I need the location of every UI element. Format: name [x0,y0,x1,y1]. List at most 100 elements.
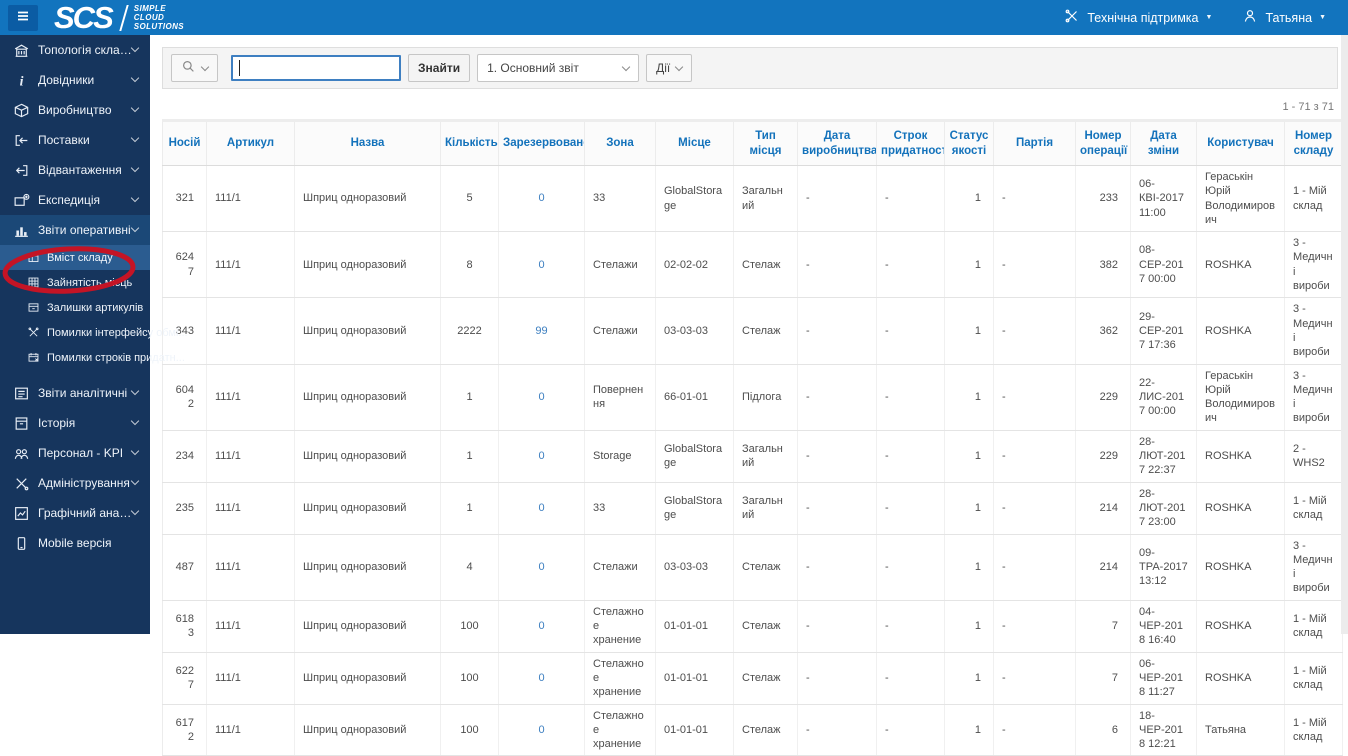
chevron-down-icon [130,103,140,113]
sidebar-item[interactable]: Персонал - KPI [0,438,150,468]
sidebar-item[interactable]: Mobile версія [0,528,150,558]
chevron-down-icon: ▼ [1205,14,1213,21]
table-cell: 99 [498,297,585,365]
actions-button[interactable]: Дії [646,54,693,82]
find-button[interactable]: Знайти [408,54,471,82]
sidebar-subitem[interactable]: Вміст складу [0,245,150,270]
column-header[interactable]: Дата виробництва [797,120,877,166]
warehouse-topology-icon [12,42,30,59]
reserved-link[interactable]: 0 [538,259,544,271]
sidebar-item-label: Графічний аналіз [38,506,132,520]
column-header[interactable]: Номер складу [1284,120,1343,166]
sidebar-item[interactable]: Адміністрування [0,468,150,498]
personnel-kpi-icon [12,445,30,462]
menu-button[interactable] [8,4,38,31]
table-cell: 5 [440,165,499,233]
reserved-link[interactable]: 0 [538,672,544,684]
expedition-icon [12,192,30,209]
column-header[interactable]: Номер операції [1075,120,1131,166]
logo-text: SCS [54,0,114,35]
column-header[interactable]: Кількість [440,120,499,166]
table-cell: 111/1 [206,165,295,233]
sidebar-item-label: Mobile версія [38,536,112,550]
table-cell: 3 - Медичні вироби [1284,297,1343,365]
sidebar-item[interactable]: Експедиція [0,185,150,215]
menu-icon [15,8,31,27]
sidebar-item[interactable]: Виробництво [0,95,150,125]
sidebar-subitem-label: Вміст складу [47,251,113,264]
table-cell: - [876,165,945,233]
table-cell: 6042 [162,364,207,431]
reserved-link[interactable]: 0 [538,561,544,573]
table-cell: ROSHKA [1196,600,1285,653]
column-header[interactable]: Зона [584,120,656,166]
sidebar-item[interactable]: Звіти аналітичні [0,378,150,408]
scrollbar[interactable] [1341,35,1348,634]
sidebar-subitem[interactable]: Помилки інтерфейсу обмі... [0,320,188,345]
sidebar-item-label: Виробництво [38,103,112,117]
user-menu[interactable]: Татьяна ▼ [1242,8,1326,27]
sidebar-item[interactable]: Історія [0,408,150,438]
sidebar-subitem-label: Залишки артикулів [47,301,144,314]
column-header[interactable]: Партія [993,120,1076,166]
sidebar-subitem[interactable]: Залишки артикулів [0,295,150,320]
table-cell: 01-01-01 [655,600,734,653]
table-row: 343 111/1 Шприц одноразовий 2222 99 Стелажи 03… [162,297,1343,365]
sidebar-item[interactable]: Звіти оперативні [0,215,150,245]
column-header[interactable]: Дата зміни [1130,120,1197,166]
reserved-link[interactable]: 0 [538,502,544,514]
sidebar-subitem[interactable]: Зайнятість місць [0,270,150,295]
sidebar-item[interactable]: Відвантаження [0,155,150,185]
reserved-link[interactable]: 0 [538,450,544,462]
table-cell: Шприц одноразовий [294,231,441,299]
table-cell: 382 [1075,231,1131,299]
reserved-link[interactable]: 99 [535,325,547,337]
sidebar-item[interactable]: Топологія складу [0,35,150,65]
reserved-link[interactable]: 0 [538,724,544,736]
table-cell: 3 - Медичні вироби [1284,364,1343,431]
table-cell: 487 [162,534,207,601]
sidebar-item[interactable]: Поставки [0,125,150,155]
reserved-link[interactable]: 0 [538,391,544,403]
sidebar-item-label: Довідники [38,73,95,87]
sidebar-item[interactable]: i Довідники [0,65,150,95]
report-select[interactable]: 1. Основний звіт [477,54,640,82]
table-cell: - [797,482,877,535]
column-header[interactable]: Назва [294,120,441,166]
main-content: Знайти 1. Основний звіт Дії 1 - 71 з 71 … [150,35,1348,756]
sidebar-item-label: Персонал - KPI [38,446,124,460]
column-header[interactable]: Місце [655,120,734,166]
chevron-down-icon [130,476,140,486]
table-cell: 1 [944,600,994,653]
report-table: Носій Артикул Назва Кількість Зарезервовано З… [162,119,1343,756]
sidebar-submenu: Вміст складу Зайнятість місць Залишки арти… [0,245,188,370]
reserved-link[interactable]: 0 [538,192,544,204]
column-header[interactable]: Статус якості [944,120,994,166]
table-row: 6183 111/1 Шприц одноразовий 100 0 Стелажное … [162,600,1343,653]
table-cell: Загальний [733,430,798,483]
table-cell: - [876,297,945,365]
table-cell: Стелажное хранение [584,652,656,705]
reserved-link[interactable]: 0 [538,620,544,632]
logo-tagline: SIMPLE CLOUD SOLUTIONS [133,4,185,31]
column-header[interactable]: Користувач [1196,120,1285,166]
table-cell: 1 [440,364,499,431]
column-header[interactable]: Строк придатності [876,120,945,166]
table-cell: - [876,534,945,601]
search-input[interactable] [231,55,401,81]
column-header[interactable]: Зарезервовано [498,120,585,166]
column-header[interactable]: Артикул [206,120,295,166]
sidebar-item[interactable]: Графічний аналіз [0,498,150,528]
column-header[interactable]: Носій [162,120,207,166]
table-row: 6227 111/1 Шприц одноразовий 100 0 Стелажное … [162,652,1343,705]
support-menu[interactable]: Технічна підтримка ▼ [1064,8,1212,27]
table-cell: - [993,704,1076,756]
column-header[interactable]: Тип місця [733,120,798,166]
table-cell: 0 [498,600,585,653]
table-cell: Шприц одноразовий [294,704,441,756]
sidebar-subitem[interactable]: Помилки строків придатн... [0,345,185,370]
svg-text:i: i [19,73,23,88]
warehouse-contents-icon [26,251,41,264]
operational-reports-icon [12,222,30,239]
search-mode-button[interactable] [171,54,218,82]
